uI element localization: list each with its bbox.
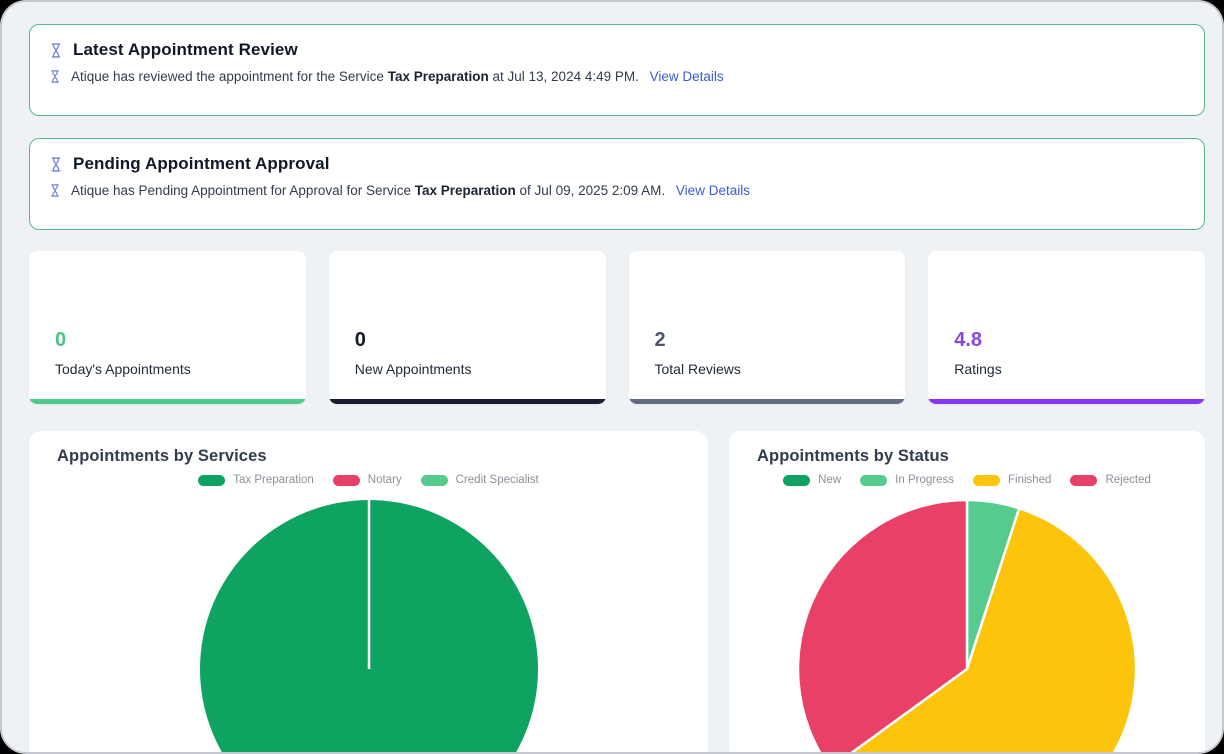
status-pie-chart: [795, 497, 1139, 754]
stat-accent-bar: [329, 399, 606, 404]
chart-legend: Tax Preparation Notary Credit Specialist: [29, 473, 708, 487]
legend-label: Rejected: [1105, 474, 1150, 486]
hourglass-icon: [48, 156, 64, 173]
legend-item[interactable]: Notary: [333, 474, 402, 486]
stat-accent-bar: [629, 399, 906, 404]
appointments-by-status-card: Appointments by Status New In Progress Fin…: [729, 431, 1205, 754]
hourglass-icon: [48, 69, 62, 84]
legend-swatch: [421, 475, 448, 486]
legend-item[interactable]: New: [783, 474, 841, 486]
legend-label: Tax Preparation: [233, 474, 314, 486]
legend-item[interactable]: Tax Preparation: [198, 474, 314, 486]
view-details-link[interactable]: View Details: [650, 69, 724, 84]
appointments-by-services-card: Appointments by Services Tax Preparation…: [29, 431, 708, 754]
latest-appointment-review-banner: Latest Appointment Review Atique has rev…: [29, 24, 1205, 116]
stat-label: Ratings: [954, 361, 1205, 377]
banner-title: Pending Appointment Approval: [73, 154, 330, 174]
stat-label: New Appointments: [355, 361, 606, 377]
legend-swatch: [973, 475, 1000, 486]
stat-value: 2: [655, 328, 906, 352]
legend-label: Notary: [368, 474, 402, 486]
hourglass-icon: [48, 42, 64, 59]
stats-row: 0 Today's Appointments 0 New Appointment…: [29, 251, 1205, 404]
stat-card-ratings: 4.8 Ratings: [928, 251, 1205, 404]
stat-accent-bar: [928, 399, 1205, 404]
banner-message: Atique has reviewed the appointment for …: [71, 69, 724, 84]
chart-title: Appointments by Services: [57, 447, 708, 466]
legend-swatch: [198, 475, 225, 486]
legend-label: Finished: [1008, 474, 1051, 486]
chart-title: Appointments by Status: [757, 447, 1205, 466]
stat-card-total-reviews: 2 Total Reviews: [629, 251, 906, 404]
legend-item[interactable]: Credit Specialist: [421, 474, 539, 486]
stat-value: 0: [355, 328, 606, 352]
banner-title: Latest Appointment Review: [73, 40, 298, 60]
stat-card-new-appointments: 0 New Appointments: [329, 251, 606, 404]
stat-accent-bar: [29, 399, 306, 404]
stat-label: Today's Appointments: [55, 361, 306, 377]
service-name: Tax Preparation: [388, 69, 489, 84]
legend-label: Credit Specialist: [456, 474, 539, 486]
legend-swatch: [1070, 475, 1097, 486]
charts-row: Appointments by Services Tax Preparation…: [29, 431, 1205, 754]
legend-swatch: [860, 475, 887, 486]
dashboard-content: Latest Appointment Review Atique has rev…: [29, 2, 1205, 754]
pending-appointment-approval-banner: Pending Appointment Approval Atique has …: [29, 138, 1205, 230]
legend-item[interactable]: In Progress: [860, 474, 954, 486]
dashboard-window: Latest Appointment Review Atique has rev…: [0, 0, 1224, 754]
chart-legend: New In Progress Finished Rejected: [729, 473, 1205, 487]
legend-label: New: [818, 474, 841, 486]
legend-swatch: [783, 475, 810, 486]
legend-label: In Progress: [895, 474, 954, 486]
legend-swatch: [333, 475, 360, 486]
stat-value: 0: [55, 328, 306, 352]
services-pie-chart: [197, 497, 541, 754]
stat-value: 4.8: [954, 328, 1205, 352]
banner-message: Atique has Pending Appointment for Appro…: [71, 183, 750, 198]
stat-label: Total Reviews: [655, 361, 906, 377]
legend-item[interactable]: Rejected: [1070, 474, 1150, 486]
stat-card-todays-appointments: 0 Today's Appointments: [29, 251, 306, 404]
hourglass-icon: [48, 183, 62, 198]
legend-item[interactable]: Finished: [973, 474, 1051, 486]
view-details-link[interactable]: View Details: [676, 183, 750, 198]
service-name: Tax Preparation: [415, 183, 516, 198]
